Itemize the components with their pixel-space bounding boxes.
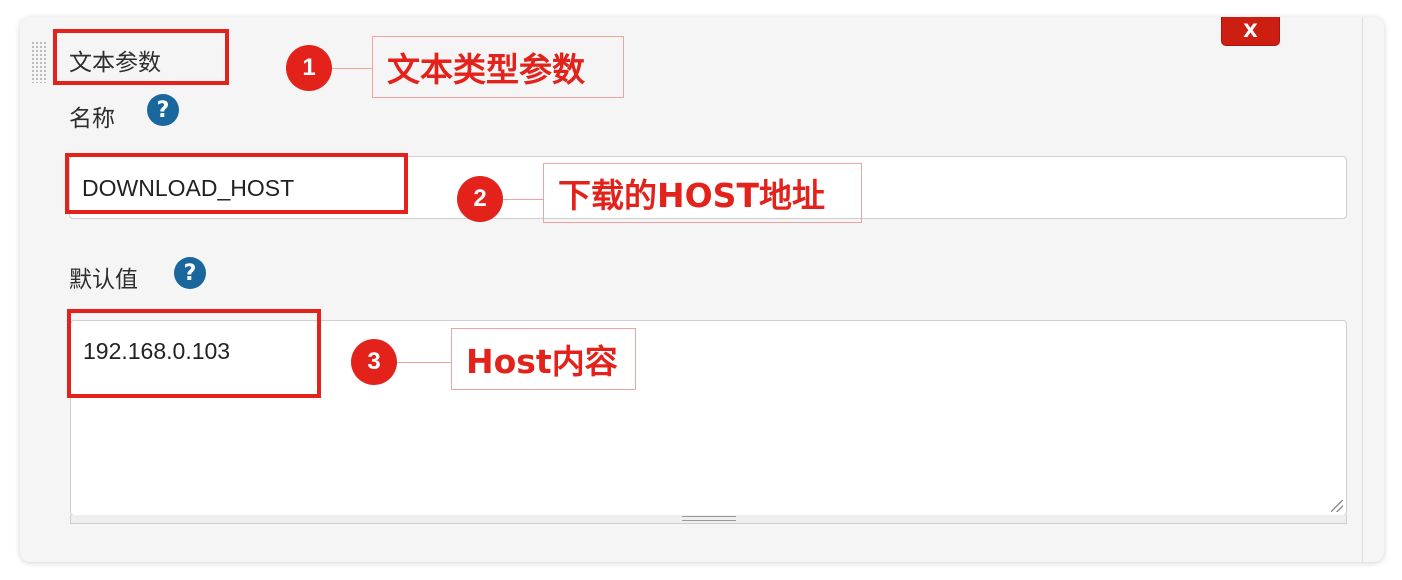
parameter-panel: X 文本参数 名称 ? DOWNLOAD_HOST 默认值 ? 192.168.… [20, 17, 1384, 562]
annotation-leader-2 [503, 199, 543, 200]
highlight-title-box [53, 29, 229, 85]
annotation-note-3: Host内容 [451, 328, 636, 390]
panel-divider [1362, 17, 1363, 562]
drag-handle-icon[interactable] [31, 41, 47, 83]
default-value-help-icon[interactable]: ? [174, 257, 206, 289]
help-glyph: ? [156, 97, 170, 123]
annotation-badge-2: 2 [457, 176, 503, 222]
help-glyph: ? [183, 260, 197, 286]
highlight-name-box [65, 153, 408, 214]
name-label: 名称 [69, 106, 115, 132]
annotation-badge-3: 3 [351, 339, 397, 385]
textarea-expand-bar[interactable] [70, 515, 1347, 524]
name-help-icon[interactable]: ? [147, 94, 179, 126]
annotation-note-2: 下载的HOST地址 [543, 163, 862, 223]
drag-grip-icon[interactable] [682, 516, 736, 521]
annotation-badge-1: 1 [286, 45, 332, 91]
resize-grip-icon[interactable] [1331, 500, 1343, 512]
annotation-leader-3 [397, 362, 451, 363]
annotation-leader-1 [332, 68, 372, 69]
annotation-note-1: 文本类型参数 [372, 36, 624, 98]
default-value-label: 默认值 [69, 267, 138, 293]
highlight-default-box [67, 309, 321, 398]
delete-parameter-button[interactable]: X [1221, 17, 1280, 46]
